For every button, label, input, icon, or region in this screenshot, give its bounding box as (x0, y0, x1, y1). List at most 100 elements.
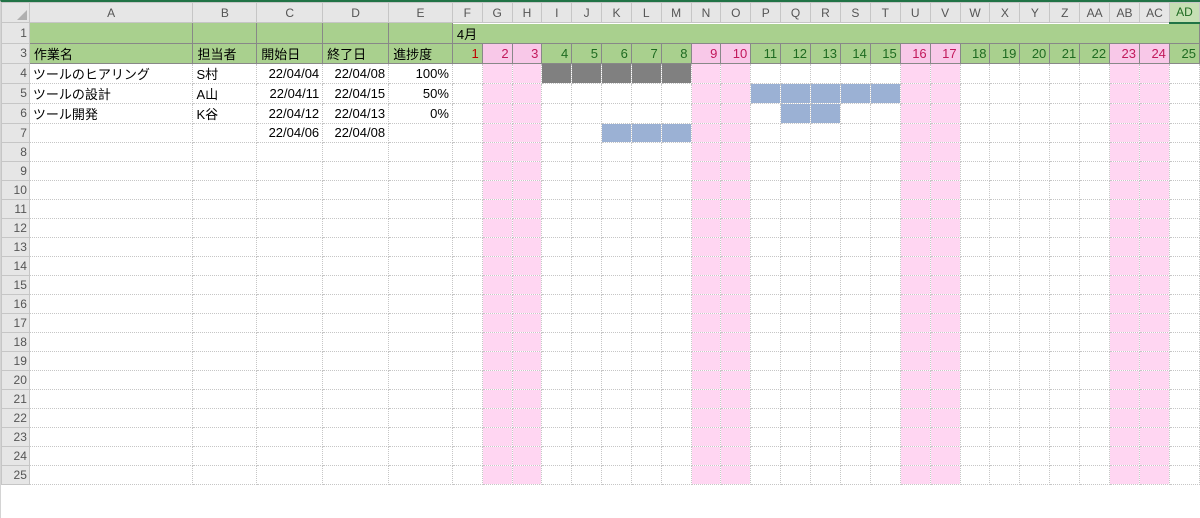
calendar-cell[interactable] (1169, 389, 1199, 408)
header-blank[interactable] (389, 23, 453, 44)
data-cell[interactable] (323, 256, 389, 275)
calendar-cell[interactable] (631, 83, 661, 103)
calendar-cell[interactable] (1050, 427, 1080, 446)
calendar-cell[interactable] (661, 408, 691, 427)
calendar-cell[interactable] (482, 123, 512, 142)
calendar-cell[interactable] (840, 294, 870, 313)
calendar-cell[interactable] (990, 427, 1020, 446)
calendar-cell[interactable] (811, 332, 841, 351)
calendar-cell[interactable] (990, 313, 1020, 332)
calendar-cell[interactable] (751, 332, 781, 351)
calendar-cell[interactable] (661, 123, 691, 142)
calendar-cell[interactable] (602, 427, 632, 446)
data-cell[interactable] (257, 199, 323, 218)
calendar-cell[interactable] (840, 103, 870, 123)
calendar-cell[interactable] (1080, 313, 1110, 332)
calendar-cell[interactable] (631, 313, 661, 332)
row-header-3[interactable]: 3 (2, 43, 30, 63)
day-header-5[interactable]: 5 (572, 43, 602, 63)
calendar-cell[interactable] (811, 199, 841, 218)
calendar-cell[interactable] (452, 199, 482, 218)
day-header-2[interactable]: 2 (482, 43, 512, 63)
data-cell[interactable] (257, 408, 323, 427)
column-header-K[interactable]: K (602, 3, 632, 23)
calendar-cell[interactable] (602, 63, 632, 83)
column-header-R[interactable]: R (811, 3, 841, 23)
data-cell[interactable] (323, 180, 389, 199)
calendar-cell[interactable] (1169, 83, 1199, 103)
calendar-cell[interactable] (542, 408, 572, 427)
calendar-cell[interactable] (781, 180, 811, 199)
calendar-cell[interactable] (1080, 237, 1110, 256)
calendar-cell[interactable] (602, 408, 632, 427)
data-cell[interactable] (323, 294, 389, 313)
calendar-cell[interactable] (631, 123, 661, 142)
calendar-cell[interactable] (542, 180, 572, 199)
calendar-cell[interactable] (542, 218, 572, 237)
calendar-cell[interactable] (542, 351, 572, 370)
calendar-cell[interactable] (960, 351, 990, 370)
calendar-cell[interactable] (1080, 351, 1110, 370)
calendar-cell[interactable] (930, 180, 960, 199)
calendar-cell[interactable] (542, 83, 572, 103)
calendar-cell[interactable] (811, 218, 841, 237)
calendar-cell[interactable] (1080, 370, 1110, 389)
data-cell[interactable] (389, 237, 453, 256)
calendar-cell[interactable] (781, 256, 811, 275)
calendar-cell[interactable] (781, 370, 811, 389)
calendar-cell[interactable] (631, 103, 661, 123)
calendar-cell[interactable] (661, 332, 691, 351)
day-header-11[interactable]: 11 (751, 43, 781, 63)
row-header-17[interactable]: 17 (2, 313, 30, 332)
calendar-cell[interactable] (452, 465, 482, 484)
calendar-cell[interactable] (990, 294, 1020, 313)
data-cell[interactable] (29, 275, 193, 294)
calendar-cell[interactable] (482, 465, 512, 484)
calendar-cell[interactable] (691, 408, 721, 427)
calendar-cell[interactable] (990, 351, 1020, 370)
calendar-cell[interactable] (1080, 427, 1110, 446)
calendar-cell[interactable] (751, 427, 781, 446)
calendar-cell[interactable] (870, 294, 900, 313)
day-header-14[interactable]: 14 (840, 43, 870, 63)
calendar-cell[interactable] (900, 123, 930, 142)
calendar-cell[interactable] (542, 370, 572, 389)
calendar-cell[interactable] (691, 83, 721, 103)
calendar-cell[interactable] (930, 142, 960, 161)
calendar-cell[interactable] (721, 123, 751, 142)
data-cell[interactable] (193, 465, 257, 484)
data-cell[interactable] (323, 313, 389, 332)
column-header-Z[interactable]: Z (1050, 3, 1080, 23)
day-header-24[interactable]: 24 (1140, 43, 1170, 63)
calendar-cell[interactable] (721, 465, 751, 484)
data-cell[interactable] (257, 218, 323, 237)
calendar-cell[interactable] (751, 370, 781, 389)
calendar-cell[interactable] (930, 351, 960, 370)
calendar-cell[interactable] (691, 389, 721, 408)
calendar-cell[interactable] (781, 123, 811, 142)
calendar-cell[interactable] (721, 63, 751, 83)
field-header-B[interactable]: 担当者 (193, 43, 257, 63)
calendar-cell[interactable] (781, 294, 811, 313)
calendar-cell[interactable] (512, 142, 542, 161)
calendar-cell[interactable] (542, 389, 572, 408)
data-cell[interactable] (389, 427, 453, 446)
day-header-4[interactable]: 4 (542, 43, 572, 63)
day-header-12[interactable]: 12 (781, 43, 811, 63)
calendar-cell[interactable] (661, 427, 691, 446)
calendar-cell[interactable] (840, 427, 870, 446)
calendar-cell[interactable] (930, 123, 960, 142)
day-header-7[interactable]: 7 (631, 43, 661, 63)
calendar-cell[interactable] (930, 63, 960, 83)
calendar-cell[interactable] (691, 123, 721, 142)
calendar-cell[interactable] (721, 199, 751, 218)
data-cell[interactable] (29, 180, 193, 199)
calendar-cell[interactable] (1020, 237, 1050, 256)
calendar-cell[interactable] (840, 351, 870, 370)
calendar-cell[interactable] (1110, 83, 1140, 103)
calendar-cell[interactable] (751, 83, 781, 103)
day-header-16[interactable]: 16 (900, 43, 930, 63)
calendar-cell[interactable] (811, 465, 841, 484)
calendar-cell[interactable] (1020, 351, 1050, 370)
calendar-cell[interactable] (840, 389, 870, 408)
